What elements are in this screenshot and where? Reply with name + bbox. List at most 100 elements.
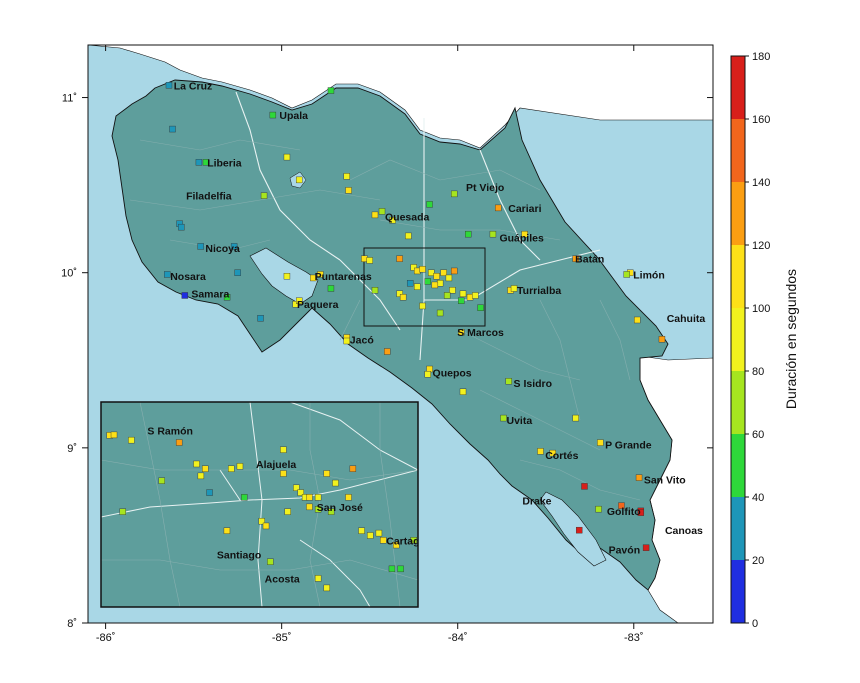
inset-station-marker (193, 460, 200, 468)
inset-station-marker (128, 436, 135, 444)
station-marker (269, 111, 277, 119)
station-marker (642, 544, 650, 551)
colorbar-label: Duración en segundos (783, 269, 799, 409)
map-figure: La Cruz Upala Liberia Filadelfia Pt Viejo Car… (61, 44, 799, 644)
city-label: Drake (522, 495, 551, 507)
city-label: La Cruz (174, 80, 213, 92)
inset-station-marker (241, 494, 248, 501)
station-marker (197, 243, 204, 250)
city-label: Cortés (545, 450, 578, 462)
colorbar-tick-label: 20 (752, 555, 764, 567)
inset-station-marker (202, 465, 209, 472)
colorbar-tick-label: 80 (752, 366, 764, 378)
station-marker (581, 483, 588, 490)
city-label: Cariari (508, 203, 541, 215)
inset-station-marker (284, 508, 291, 515)
station-marker (371, 211, 379, 219)
inset-station-marker (267, 558, 274, 565)
station-marker (450, 267, 458, 275)
city-label: Quesada (385, 212, 430, 224)
y-tick-label: 10˚ (61, 268, 77, 280)
station-marker (426, 201, 433, 208)
inset-city-label: Santiago (217, 550, 261, 562)
station-marker (436, 309, 444, 317)
station-marker (505, 378, 512, 385)
colorbar-tick-label: 180 (752, 51, 770, 63)
city-label: Upala (279, 110, 308, 122)
inset-station-marker (345, 494, 352, 501)
inset-station-marker (158, 477, 165, 484)
station-marker (419, 302, 426, 310)
inset-station-marker (314, 494, 322, 501)
city-label: Guápiles (499, 233, 544, 245)
inset-station-marker (236, 463, 244, 470)
station-marker (257, 315, 264, 322)
inset-station-marker (323, 584, 331, 592)
station-marker (343, 173, 351, 180)
city-label: Cahuita (667, 313, 706, 325)
station-marker (371, 287, 379, 294)
station-marker (283, 273, 291, 280)
inset-station-marker (119, 508, 126, 515)
station-marker (396, 255, 403, 262)
inset-city-label: Acosta (265, 573, 300, 585)
inset-station-marker (206, 489, 213, 496)
x-tick-label: -85˚ (272, 632, 292, 644)
station-marker (424, 371, 431, 378)
inset-station-marker (262, 522, 270, 530)
x-tick-label: -84˚ (448, 632, 468, 644)
inset-city-label: San José (317, 502, 363, 514)
station-marker (450, 190, 458, 198)
inset-station-marker (110, 431, 118, 439)
y-tick-label: 9˚ (67, 443, 77, 455)
station-marker (327, 87, 335, 94)
station-marker (260, 192, 268, 199)
inset-station-marker (280, 470, 287, 477)
station-marker (489, 230, 497, 238)
city-label: Puntarenas (315, 271, 372, 283)
station-marker (635, 474, 643, 481)
city-label: Limón (633, 269, 665, 281)
city-label: Turrialba (517, 285, 561, 297)
station-marker (431, 281, 439, 289)
x-tick-label: -83˚ (624, 632, 644, 644)
city-label: P Grande (605, 439, 652, 451)
city-label: Liberia (207, 157, 242, 169)
city-label: S Marcos (457, 327, 504, 339)
station-marker (597, 439, 604, 446)
station-marker (283, 153, 291, 161)
colorbar-bin (731, 56, 745, 119)
city-label: Uvita (506, 415, 532, 427)
station-marker (433, 273, 440, 280)
inset-station-marker (223, 527, 231, 534)
station-marker (366, 257, 373, 264)
station-marker (169, 125, 176, 133)
city-label: Nicoya (205, 243, 240, 255)
city-label: S Isidro (514, 378, 553, 390)
inset-station-marker (349, 465, 357, 472)
inset-station-marker (397, 565, 404, 573)
inset-station-marker (306, 503, 313, 511)
station-marker (537, 448, 544, 455)
station-marker (634, 316, 641, 324)
colorbar-bin (731, 560, 745, 623)
city-label: Batán (575, 254, 604, 266)
colorbar-bins (731, 56, 745, 623)
inset-station-marker (228, 465, 235, 472)
city-label: Pavón (609, 544, 641, 556)
inset-station-marker (306, 494, 313, 501)
city-label: Pt Viejo (466, 182, 504, 194)
inset-station-marker (175, 439, 183, 446)
colorbar-tick-label: 120 (752, 240, 770, 252)
city-label: Golfito (607, 506, 641, 518)
city-label: Quepos (433, 368, 472, 380)
y-tick-label: 11˚ (62, 93, 77, 105)
station-marker (459, 290, 467, 297)
station-marker (195, 159, 203, 166)
station-marker (327, 285, 335, 292)
station-marker (234, 269, 241, 276)
station-marker (178, 223, 185, 231)
city-label: Samara (191, 289, 229, 301)
station-marker (419, 265, 426, 273)
station-marker (384, 348, 391, 355)
